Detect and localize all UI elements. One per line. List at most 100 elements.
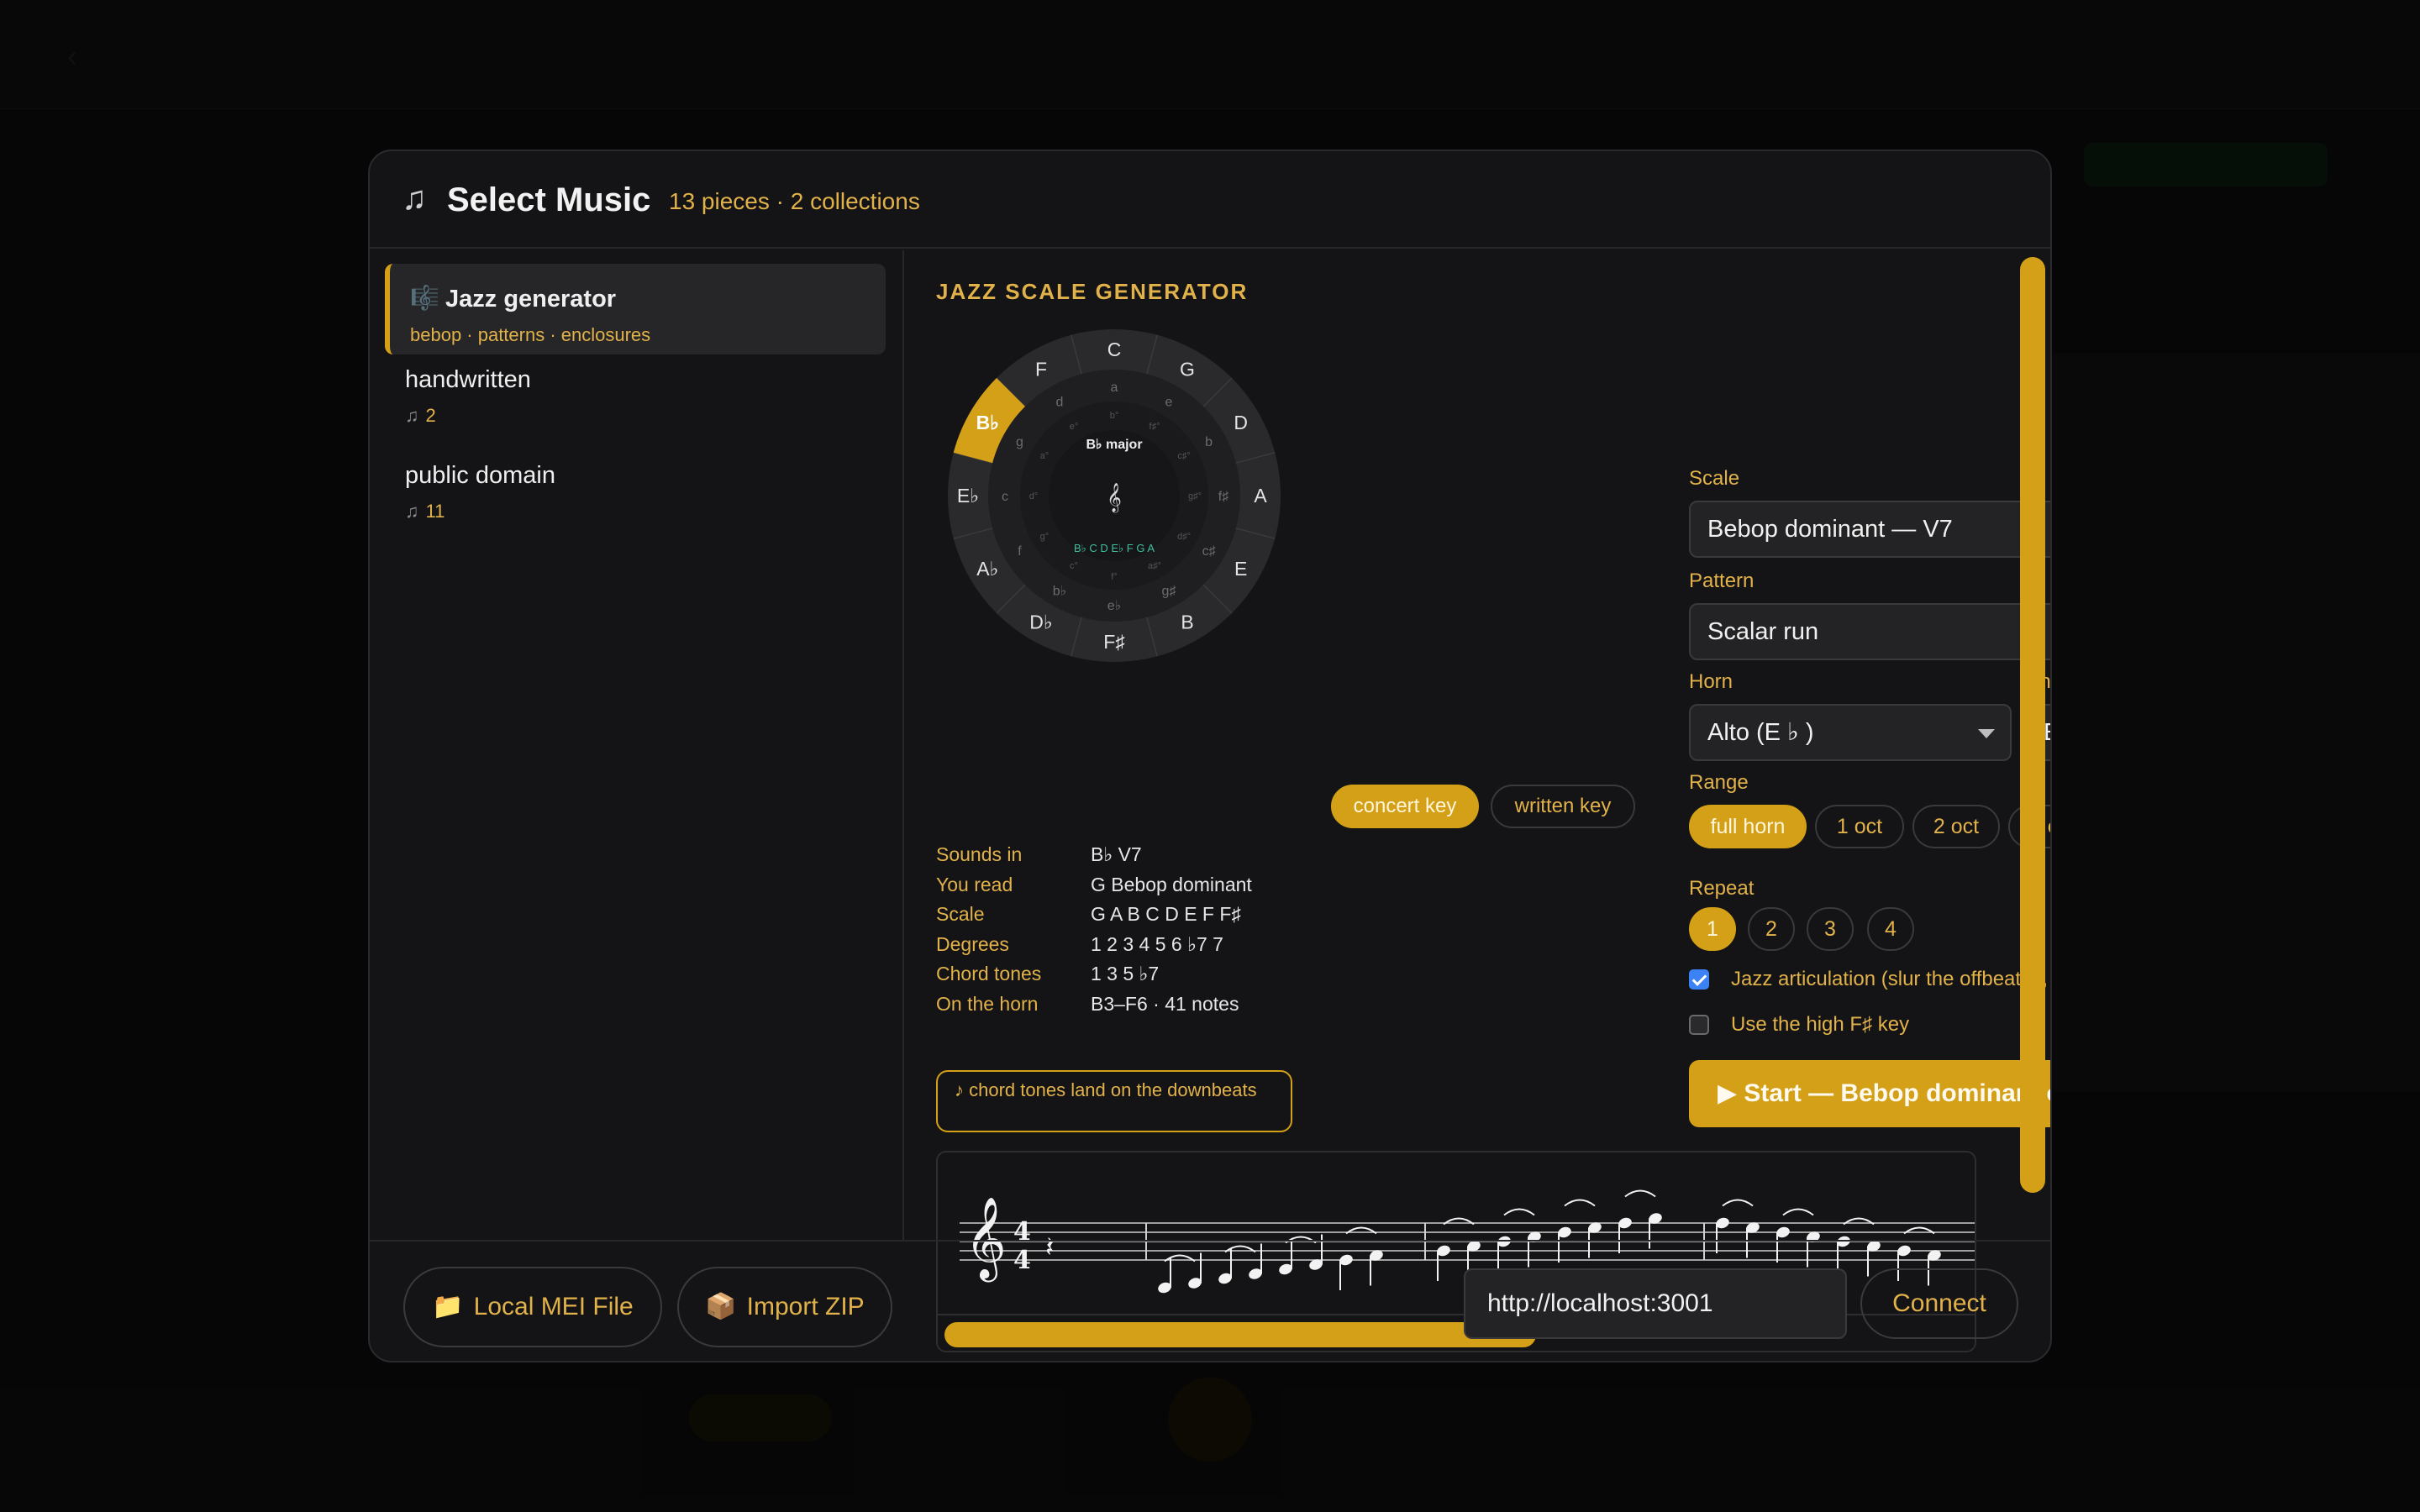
sheet-music-icon: 🎼 — [410, 285, 439, 311]
repeat-chip-1[interactable]: 1 — [1689, 907, 1736, 951]
wheel-minor-key[interactable]: e♭ — [1107, 599, 1121, 613]
info-label: On the horn — [936, 992, 1039, 1015]
info-label: Scale — [936, 903, 985, 926]
wheel-diminished-key: g° — [1040, 532, 1050, 542]
scale-select[interactable]: Bebop dominant — V7 — [1689, 501, 2050, 558]
local-mei-file-button[interactable]: 📁 Local MEI File — [403, 1267, 662, 1347]
info-value: 1 2 3 4 5 6 ♭7 7 — [1091, 932, 1223, 955]
circle-of-fifths[interactable]: C G D A E B F♯ D♭ A♭ E♭ B♭ Fa e b f♯ c♯ g♯ e♭ b♭ f c g d b° f♯° c… — [946, 328, 1282, 664]
wheel-minor-key[interactable]: c♯ — [1202, 544, 1216, 559]
info-label: Chord tones — [936, 963, 1042, 985]
sidebar-item-jazz-generator[interactable]: 🎼 Jazz generator bebop · patterns · encl… — [385, 264, 886, 354]
sidebar-item-count: ♫ 11 — [405, 501, 445, 522]
server-url-input[interactable] — [1464, 1268, 1847, 1339]
wheel-minor-key[interactable]: d — [1056, 395, 1064, 409]
sidebar-item-count: ♫ 2 — [405, 405, 436, 426]
connect-button[interactable]: Connect — [1860, 1268, 2018, 1339]
sidebar-item-tags: bebop · patterns · enclosures — [410, 324, 651, 345]
range-chip-2-oct[interactable]: 2 oct — [1912, 805, 2000, 848]
repeat-label: Repeat — [1689, 877, 1754, 900]
wheel-diminished-key: f♯° — [1150, 422, 1160, 432]
local-mei-file-label: Local MEI File — [473, 1293, 634, 1320]
slur — [1564, 1199, 1596, 1207]
slur — [1722, 1199, 1754, 1207]
wheel-major-key[interactable]: F♯ — [1103, 631, 1125, 653]
wheel-minor-key[interactable]: g♯ — [1162, 585, 1176, 599]
horn-select[interactable]: Alto (E ♭ ) — [1689, 704, 2012, 761]
info-label: Degrees — [936, 932, 1009, 955]
wheel-major-key[interactable]: G — [1180, 358, 1195, 380]
chevron-down-icon — [1978, 729, 1995, 738]
slur — [1782, 1208, 1814, 1216]
music-note-icon: ♫ — [405, 405, 419, 426]
wheel-major-key[interactable]: E♭ — [957, 485, 979, 507]
modal-footer: 📁 Local MEI File 📦 Import ZIP Connect — [370, 1240, 2050, 1361]
horn-label: Horn — [1689, 670, 1733, 693]
wheel-major-key[interactable]: C — [1107, 339, 1122, 360]
concert-key-toggle[interactable]: concert key — [1331, 785, 1479, 828]
wheel-major-key[interactable]: B — [1181, 612, 1193, 633]
slur — [1503, 1208, 1535, 1216]
wheel-diminished-key: c♯° — [1177, 451, 1190, 461]
sidebar-item-title: handwritten — [405, 366, 531, 393]
wheel-diminished-key: d° — [1029, 491, 1039, 501]
wheel-minor-key[interactable]: a — [1111, 381, 1118, 395]
articulation-checkbox[interactable] — [1689, 969, 1709, 990]
horn-select-value: Alto (E ♭ ) — [1707, 719, 1814, 746]
info-row: Scale G A B C D E F F♯ — [936, 900, 1306, 930]
sidebar-item-public-domain[interactable]: public domain ♫ 11 — [385, 452, 886, 536]
info-value: G A B C D E F F♯ — [1091, 903, 1241, 926]
pattern-select[interactable]: Scalar run — [1689, 603, 2050, 660]
modal-header: ♫ Select Music 13 pieces · 2 collections — [370, 151, 2050, 249]
import-zip-button[interactable]: 📦 Import ZIP — [677, 1267, 892, 1347]
wheel-major-key[interactable]: B♭ — [976, 412, 999, 433]
music-note-icon: ♫ — [402, 180, 427, 217]
slur — [1624, 1189, 1656, 1198]
wheel-minor-key[interactable]: f♯ — [1218, 490, 1228, 504]
wheel-major-key[interactable]: A — [1254, 485, 1267, 507]
range-label: Range — [1689, 771, 1749, 794]
range-chip-full-horn[interactable]: full horn — [1689, 805, 1807, 848]
folder-icon: 📁 — [432, 1293, 464, 1320]
info-label: Sounds in — [936, 843, 1023, 865]
collection-sidebar: 🎼 Jazz generator bebop · patterns · encl… — [370, 250, 904, 1240]
vertical-scrollbar-thumb[interactable] — [2020, 257, 2045, 1193]
sidebar-item-handwritten[interactable]: handwritten ♫ 2 — [385, 356, 886, 440]
range-chip-1-oct[interactable]: 1 oct — [1815, 805, 1904, 848]
sidebar-item-title: Jazz generator — [445, 286, 617, 312]
start-button[interactable]: ▶ Start — Bebop dominant on G written — [1689, 1060, 2050, 1127]
scale-select-value: Bebop dominant — V7 — [1707, 516, 1953, 543]
pattern-label: Pattern — [1689, 570, 1754, 592]
wheel-major-key[interactable]: D — [1234, 412, 1248, 433]
wheel-minor-key[interactable]: g — [1016, 435, 1023, 449]
wheel-minor-key[interactable]: c — [1002, 490, 1008, 504]
wheel-minor-key[interactable]: b♭ — [1053, 585, 1066, 599]
wheel-major-key[interactable]: E — [1234, 558, 1247, 580]
articulation-label: Jazz articulation (slur the offbeat in, … — [1731, 968, 2050, 990]
package-icon: 📦 — [705, 1293, 737, 1320]
section-heading: JAZZ SCALE GENERATOR — [936, 279, 1249, 304]
treble-clef-icon: 𝄞 — [1107, 483, 1122, 513]
modal-subtitle: 13 pieces · 2 collections — [669, 188, 920, 214]
wheel-minor-key[interactable]: e — [1165, 395, 1173, 409]
generator-panel: JAZZ SCALE GENERATOR C G D A E B F♯ D♭ A♭ E♭ B♭ Fa e… — [906, 250, 2050, 1352]
wheel-major-key[interactable]: D♭ — [1029, 612, 1052, 633]
wheel-center-notes: B♭ C D E♭ F G A — [1074, 542, 1155, 554]
scale-info-table: Sounds in B♭ V7 You read G Bebop dominant … — [936, 840, 1306, 1020]
wheel-minor-key[interactable]: f — [1018, 544, 1022, 559]
wheel-minor-key[interactable]: b — [1205, 435, 1213, 449]
wheel-diminished-key: c° — [1070, 561, 1078, 571]
wheel-diminished-key: a♯° — [1148, 561, 1161, 571]
info-row: On the horn B3–F6 · 41 notes — [936, 990, 1306, 1020]
repeat-chip-2[interactable]: 2 — [1748, 907, 1795, 951]
wheel-diminished-key: g♯° — [1188, 491, 1202, 501]
music-note-icon: ♫ — [405, 501, 419, 522]
wheel-major-key[interactable]: F — [1035, 358, 1047, 380]
written-key-toggle[interactable]: written key — [1491, 785, 1635, 828]
repeat-chip-4[interactable]: 4 — [1867, 907, 1914, 951]
wheel-major-key[interactable]: A♭ — [976, 558, 998, 580]
wheel-diminished-key: b° — [1110, 411, 1119, 421]
wheel-center-title: B♭ major — [1086, 438, 1142, 452]
repeat-chip-3[interactable]: 3 — [1807, 907, 1854, 951]
high-fsharp-checkbox[interactable] — [1689, 1015, 1709, 1035]
